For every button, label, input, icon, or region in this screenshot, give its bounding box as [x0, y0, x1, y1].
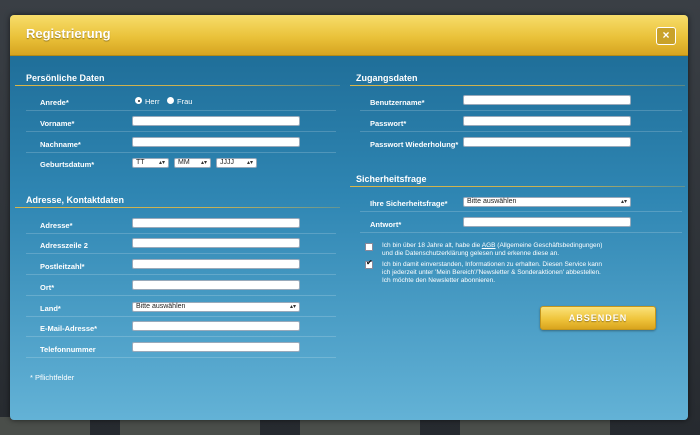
first-name-input[interactable]: [132, 116, 300, 126]
answer-label: Antwort*: [370, 220, 402, 229]
row-divider: [360, 232, 682, 233]
birth-month-value: MM: [178, 159, 190, 166]
section-divider: [15, 85, 340, 86]
dropdown-arrow-icon: ▴▾: [246, 160, 253, 166]
birthdate-label: Geburtsdatum*: [40, 160, 95, 169]
submit-button[interactable]: ABSENDEN: [540, 306, 656, 330]
zip-label: Postleitzahl*: [40, 262, 85, 271]
dropdown-arrow-icon: ▴▾: [289, 304, 296, 310]
zip-input[interactable]: [132, 259, 300, 269]
phone-label: Telefonnummer: [40, 345, 96, 354]
salutation-frau-radio[interactable]: [167, 97, 174, 104]
checkmark-icon: ✔: [366, 258, 373, 267]
country-select-value: Bitte auswählen: [136, 303, 186, 310]
street-label: Adresse*: [40, 221, 73, 230]
row-divider: [26, 316, 336, 317]
birth-year-select[interactable]: JJJJ ▴▾: [216, 158, 257, 168]
last-name-input[interactable]: [132, 137, 300, 147]
section-divider: [350, 186, 685, 187]
password-repeat-label: Passwort Wiederholung*: [370, 140, 459, 149]
registration-dialog: Registrierung × Persönliche Daten Anrede…: [10, 15, 688, 420]
row-divider: [26, 357, 336, 358]
row-divider: [360, 131, 682, 132]
email-input[interactable]: [132, 321, 300, 331]
row-divider: [360, 110, 682, 111]
access-data-heading: Zugangsdaten: [356, 73, 418, 83]
country-select[interactable]: Bitte auswählen ▴▾: [132, 302, 300, 312]
country-label: Land*: [40, 304, 61, 313]
newsletter-consent-text: Ich bin damit einverstanden, Information…: [382, 261, 682, 285]
birth-month-select[interactable]: MM ▴▾: [174, 158, 211, 168]
terms-text-start: Ich bin über 18 Jahre alt, habe die: [382, 242, 482, 249]
row-divider: [26, 295, 336, 296]
newsletter-text-line2: ich jederzeit unter 'Mein Bereich'/'News…: [382, 269, 601, 276]
username-label: Benutzername*: [370, 98, 425, 107]
salutation-herr-radio[interactable]: [135, 97, 142, 104]
salutation-frau-label: Frau: [177, 97, 193, 106]
salutation-herr-label: Herr: [145, 97, 160, 106]
security-question-value: Bitte auswählen: [467, 198, 517, 205]
city-label: Ort*: [40, 283, 55, 292]
dropdown-arrow-icon: ▴▾: [620, 199, 627, 205]
row-divider: [26, 233, 336, 234]
address-heading: Adresse, Kontaktdaten: [26, 195, 125, 205]
close-button[interactable]: ×: [656, 27, 676, 45]
row-divider: [360, 211, 682, 212]
row-divider: [26, 110, 336, 111]
personal-data-heading: Persönliche Daten: [26, 73, 105, 83]
answer-input[interactable]: [463, 217, 631, 227]
row-divider: [26, 274, 336, 275]
password-input[interactable]: [463, 116, 631, 126]
dropdown-arrow-icon: ▴▾: [158, 160, 165, 166]
birth-year-value: JJJJ: [220, 159, 234, 166]
agb-link[interactable]: AGB: [482, 242, 496, 249]
last-name-label: Nachname*: [40, 140, 81, 149]
newsletter-checkbox[interactable]: ✔: [365, 258, 373, 269]
security-question-heading: Sicherheitsfrage: [356, 174, 427, 184]
row-divider: [26, 131, 336, 132]
newsletter-text-line3: Ich möchte den Newsletter abonnieren.: [382, 277, 496, 284]
username-input[interactable]: [463, 95, 631, 105]
section-divider: [350, 85, 685, 86]
birth-day-select[interactable]: TT ▴▾: [132, 158, 169, 168]
city-input[interactable]: [132, 280, 300, 290]
close-icon: ×: [662, 28, 670, 42]
security-question-select[interactable]: Bitte auswählen ▴▾: [463, 197, 631, 207]
terms-checkbox[interactable]: [365, 243, 373, 251]
birth-day-value: TT: [136, 159, 145, 166]
section-divider: [15, 207, 340, 208]
newsletter-text-line1: Ich bin damit einverstanden, Information…: [382, 261, 603, 268]
dialog-title: Registrierung: [26, 26, 111, 41]
row-divider: [26, 253, 336, 254]
street-input[interactable]: [132, 218, 300, 228]
password-repeat-input[interactable]: [463, 137, 631, 147]
password-label: Passwort*: [370, 119, 407, 128]
terms-text-end: (Allgemeine Geschäftsbedingungen): [495, 242, 603, 249]
street2-label: Adresszeile 2: [40, 241, 88, 250]
security-question-label: Ihre Sicherheitsfrage*: [370, 199, 448, 208]
street2-input[interactable]: [132, 238, 300, 248]
row-divider: [26, 152, 336, 153]
terms-consent-text: Ich bin über 18 Jahre alt, habe die AGB …: [382, 242, 682, 258]
salutation-label: Anrede*: [40, 98, 69, 107]
dropdown-arrow-icon: ▴▾: [200, 160, 207, 166]
terms-text-line2: und die Datenschutzerklärung gelesen und…: [382, 250, 560, 257]
phone-input[interactable]: [132, 342, 300, 352]
dialog-header: Registrierung ×: [10, 15, 688, 56]
first-name-label: Vorname*: [40, 119, 75, 128]
email-label: E-Mail-Adresse*: [40, 324, 98, 333]
required-fields-note: * Pflichtfelder: [30, 373, 75, 382]
row-divider: [26, 336, 336, 337]
